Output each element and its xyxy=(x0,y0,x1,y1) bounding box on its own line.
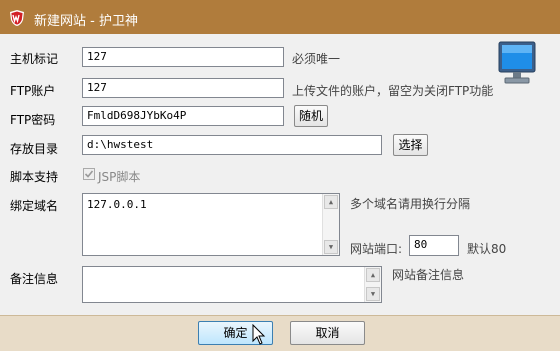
jsp-checkbox[interactable] xyxy=(83,168,95,180)
domain-label: 绑定域名 xyxy=(10,199,59,213)
ftp-account-label: FTP账户 xyxy=(10,84,56,98)
ftp-password-input[interactable]: FmldD698JYbKo4P xyxy=(82,106,284,126)
domain-value: 127.0.0.1 xyxy=(87,198,147,211)
scroll-down-icon[interactable]: ▼ xyxy=(366,287,380,301)
domain-scrollbar[interactable]: ▲ ▼ xyxy=(322,194,339,255)
ftp-account-input[interactable]: 127 xyxy=(82,78,284,98)
footer-bar: 确定 取消 xyxy=(0,315,560,351)
ftp-account-hint: 上传文件的账户，留空为关闭FTP功能 xyxy=(292,84,494,98)
domain-hint: 多个域名请用换行分隔 xyxy=(350,197,471,211)
cancel-button[interactable]: 取消 xyxy=(290,321,365,345)
host-hint: 必须唯一 xyxy=(292,52,341,66)
ftp-password-label: FTP密码 xyxy=(10,113,56,127)
remarks-textarea[interactable]: ▲ ▼ xyxy=(82,266,382,303)
mouse-cursor-icon xyxy=(252,324,266,345)
port-hint: 默认80 xyxy=(467,242,507,256)
monitor-icon xyxy=(498,41,536,84)
port-label: 网站端口: xyxy=(350,242,403,256)
domain-textarea[interactable]: 127.0.0.1 ▲ ▼ xyxy=(82,193,340,256)
directory-label: 存放目录 xyxy=(10,142,59,156)
choose-directory-button[interactable]: 选择 xyxy=(393,134,428,156)
scroll-up-icon[interactable]: ▲ xyxy=(366,268,380,282)
window-title: 新建网站 - 护卫神 xyxy=(34,14,138,29)
remarks-label: 备注信息 xyxy=(10,272,59,286)
remarks-scrollbar[interactable]: ▲ ▼ xyxy=(364,267,381,302)
app-logo-icon xyxy=(10,10,24,26)
title-bar: 新建网站 - 护卫神 xyxy=(0,0,560,34)
dialog-window: 新建网站 - 护卫神 主机标记 127 必须唯一 FTP账户 127 上传文件的… xyxy=(0,0,560,351)
directory-input[interactable]: d:\hwstest xyxy=(82,135,382,155)
port-input[interactable]: 80 xyxy=(409,235,459,256)
script-label: 脚本支持 xyxy=(10,170,59,184)
remarks-hint: 网站备注信息 xyxy=(392,268,465,282)
scroll-down-icon[interactable]: ▼ xyxy=(324,240,338,254)
jsp-option-label: JSP脚本 xyxy=(98,170,141,184)
host-label: 主机标记 xyxy=(10,52,59,66)
random-password-button[interactable]: 随机 xyxy=(294,105,328,127)
scroll-up-icon[interactable]: ▲ xyxy=(324,195,338,209)
checkmark-icon xyxy=(84,170,94,178)
host-input[interactable]: 127 xyxy=(82,47,284,67)
